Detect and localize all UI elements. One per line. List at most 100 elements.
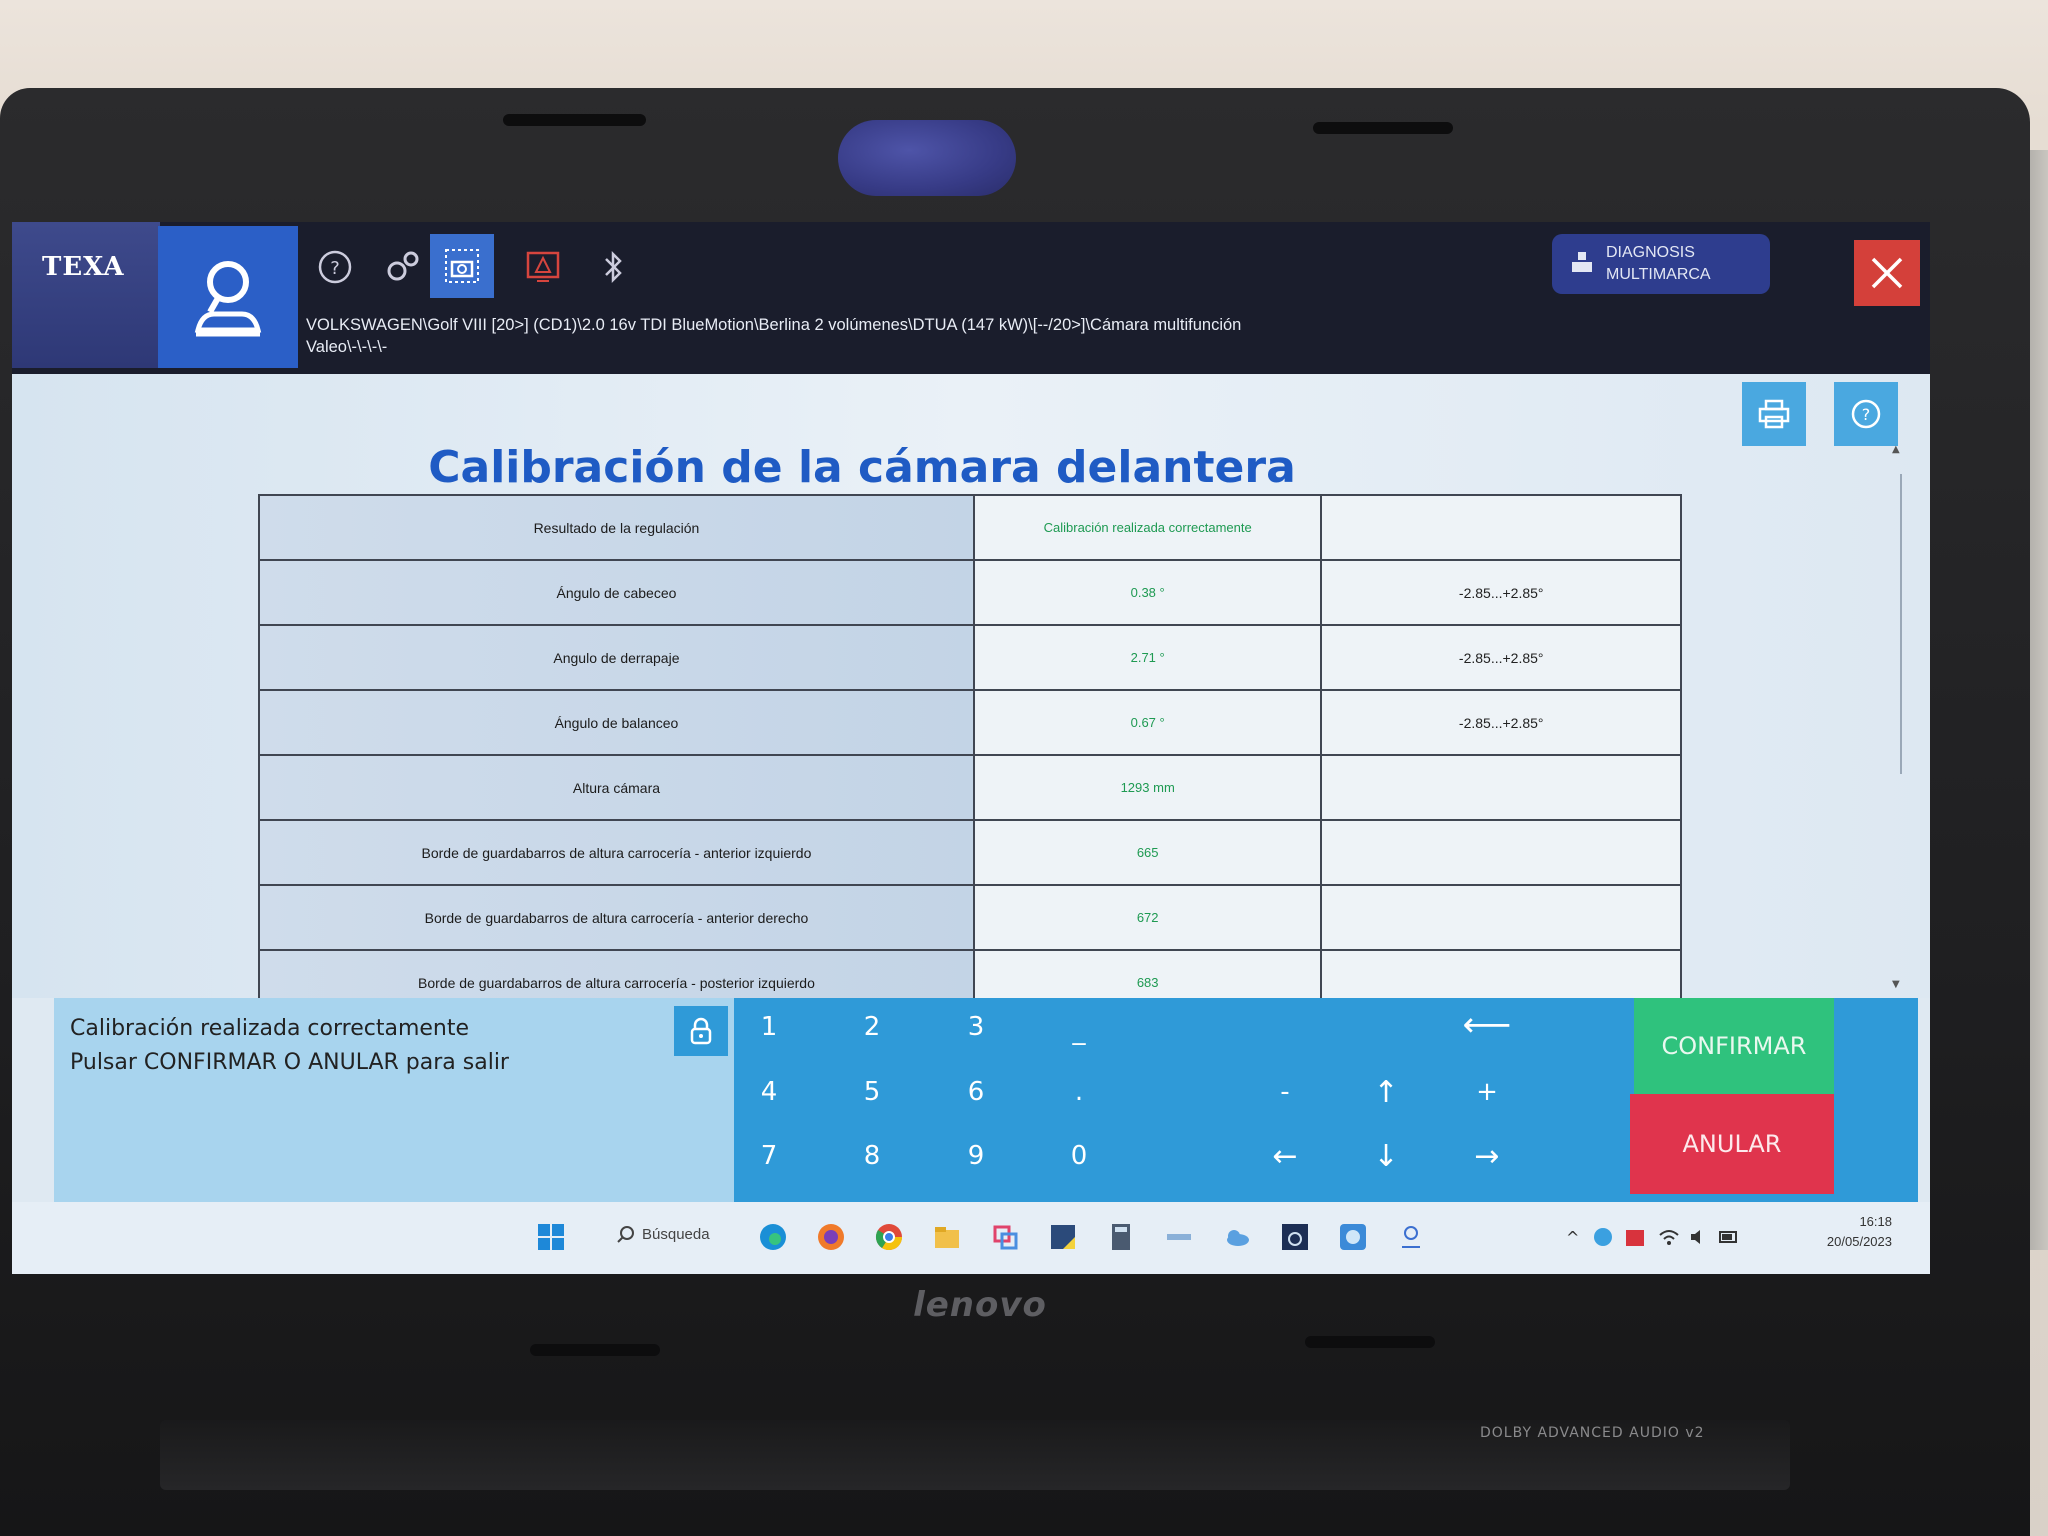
file-explorer-icon[interactable] [932, 1222, 962, 1252]
sticky-notes-icon[interactable] [1048, 1222, 1078, 1252]
firefox-icon[interactable] [816, 1222, 846, 1252]
cancel-button[interactable]: ANULAR [1630, 1094, 1834, 1194]
help-icon: ? [1851, 399, 1881, 429]
audio-label: DOLBY ADVANCED AUDIO v2 [1480, 1425, 1705, 1441]
bottom-panel: Calibración realizada correctamente Puls… [54, 998, 1918, 1202]
scroll-down-icon[interactable]: ▼ [1892, 979, 1900, 990]
screenshot-icon[interactable] [430, 234, 494, 298]
row-name-cell: Angulo de derrapaje [258, 624, 975, 691]
keypad-key-5[interactable]: 5 [837, 1065, 907, 1119]
svg-text:?: ? [330, 258, 340, 279]
plus-key[interactable]: + [1452, 1065, 1522, 1119]
windows-start-icon[interactable] [536, 1222, 566, 1252]
app-icon[interactable] [1164, 1222, 1194, 1252]
arrow-up-key[interactable]: ↑ [1351, 1065, 1421, 1119]
row-range-cell [1320, 754, 1682, 821]
arrow-down-key[interactable]: ↓ [1351, 1129, 1421, 1183]
security-tray-icon[interactable] [1592, 1226, 1614, 1248]
keypad-key-3[interactable]: 3 [941, 1000, 1011, 1054]
row-range-cell [1320, 819, 1682, 886]
search-icon[interactable] [616, 1225, 636, 1245]
texa-logo: TEXA [12, 222, 160, 368]
keypad-key-1[interactable]: 1 [734, 1000, 804, 1054]
keypad-key-8[interactable]: 8 [837, 1129, 907, 1183]
content-area: ? Calibración de la cámara delantera Res… [12, 374, 1930, 1016]
table-row: Angulo de derrapaje 2.71 ° -2.85...+2.85° [258, 624, 1682, 691]
diagnosis-mode-button[interactable]: DIAGNOSIS MULTIMARCA [1552, 234, 1770, 294]
arrow-right-key[interactable]: → [1452, 1129, 1522, 1183]
lock-button[interactable] [674, 1006, 728, 1056]
snipping-tool-icon[interactable] [990, 1222, 1020, 1252]
row-value-cell: 665 [972, 819, 1323, 886]
row-value-cell: 2.71 ° [972, 624, 1323, 691]
table-row: Ángulo de balanceo 0.67 ° -2.85...+2.85° [258, 689, 1682, 756]
taskbar: Búsqueda ^ 16:18 20/05/2023 [12, 1202, 1930, 1274]
chrome-icon[interactable] [874, 1222, 904, 1252]
show-hidden-icons-icon[interactable]: ^ [1566, 1228, 1579, 1247]
texa-taskbar-icon[interactable] [1396, 1222, 1426, 1252]
close-button[interactable] [1854, 240, 1920, 306]
breadcrumb-line: Valeo\-\-\-\- [306, 338, 388, 356]
bezel-slot [503, 114, 646, 126]
print-button[interactable] [1742, 382, 1806, 446]
row-range-cell: -2.85...+2.85° [1320, 689, 1682, 756]
wifi-icon[interactable] [1658, 1226, 1680, 1248]
battery-icon[interactable] [1718, 1226, 1740, 1248]
diagnosis-device-icon [1572, 252, 1592, 272]
table-row: Resultado de la regulación Calibración re… [258, 494, 1682, 561]
row-value-cell: 672 [972, 884, 1323, 951]
keypad-key-4[interactable]: 4 [734, 1065, 804, 1119]
edge-browser-icon[interactable] [758, 1222, 788, 1252]
row-range-cell: -2.85...+2.85° [1320, 559, 1682, 626]
row-name-cell: Borde de guardabarros de altura carrocer… [258, 819, 975, 886]
remote-app-icon[interactable] [1338, 1222, 1368, 1252]
calculator-icon[interactable] [1106, 1222, 1136, 1252]
keypad-key-0[interactable]: 0 [1044, 1129, 1114, 1183]
calendar-tray-icon[interactable] [1624, 1226, 1646, 1248]
table-row: Borde de guardabarros de altura carrocer… [258, 884, 1682, 951]
volume-icon[interactable] [1688, 1226, 1710, 1248]
row-name-cell: Ángulo de balanceo [258, 689, 975, 756]
content-help-button[interactable]: ? [1834, 382, 1898, 446]
keypad-key-6[interactable]: 6 [941, 1065, 1011, 1119]
arrow-left-key[interactable]: ← [1250, 1129, 1320, 1183]
keypad-key-2[interactable]: 2 [837, 1000, 907, 1054]
taskbar-search-label[interactable]: Búsqueda [642, 1226, 710, 1243]
row-range-cell [1320, 494, 1682, 561]
table-row: Ángulo de cabeceo 0.38 ° -2.85...+2.85° [258, 559, 1682, 626]
idc-app-icon[interactable] [1280, 1222, 1310, 1252]
clock-time: 16:18 [1859, 1214, 1892, 1229]
help-icon[interactable]: ? [312, 244, 358, 290]
scrollbar[interactable]: ▲ ▼ [1892, 444, 1906, 990]
taskbar-clock[interactable]: 16:18 20/05/2023 [1752, 1212, 1892, 1252]
vehicle-search-button[interactable] [158, 226, 298, 368]
results-table: Resultado de la regulación Calibración re… [258, 494, 1682, 1016]
webcam-cover [838, 120, 1016, 196]
diagnosis-mode-label: DIAGNOSIS MULTIMARCA [1606, 244, 1711, 283]
keypad-key-7[interactable]: 7 [734, 1129, 804, 1183]
row-name-cell: Resultado de la regulación [258, 494, 975, 561]
scrollbar-thumb[interactable] [1896, 474, 1902, 774]
report-warning-icon[interactable] [520, 244, 566, 290]
bezel-slot [530, 1344, 660, 1356]
row-range-cell [1320, 884, 1682, 951]
minus-key[interactable]: - [1250, 1065, 1320, 1119]
row-value-cell: 0.67 ° [972, 689, 1323, 756]
close-icon [1871, 257, 1903, 289]
laptop-brand-logo: lenovo [913, 1285, 1047, 1325]
row-range-cell: -2.85...+2.85° [1320, 624, 1682, 691]
keypad-key-dot[interactable]: . [1044, 1065, 1114, 1119]
confirm-button[interactable]: CONFIRMAR [1634, 998, 1834, 1094]
breadcrumb-line: VOLKSWAGEN\Golf VIII [20>] (CD1)\2.0 16v… [306, 316, 1242, 334]
scroll-up-icon[interactable]: ▲ [1892, 444, 1900, 455]
row-value-cell: 0.38 ° [972, 559, 1323, 626]
backspace-key[interactable]: ⟵ [1452, 998, 1522, 1052]
printer-icon [1758, 399, 1790, 429]
onedrive-icon[interactable] [1222, 1222, 1252, 1252]
bezel-slot [1305, 1336, 1435, 1348]
bluetooth-icon[interactable] [590, 244, 636, 290]
settings-gears-icon[interactable] [380, 244, 426, 290]
keypad-key-9[interactable]: 9 [941, 1129, 1011, 1183]
table-row: Borde de guardabarros de altura carrocer… [258, 819, 1682, 886]
keypad-key-underscore[interactable]: _ [1044, 1004, 1114, 1058]
